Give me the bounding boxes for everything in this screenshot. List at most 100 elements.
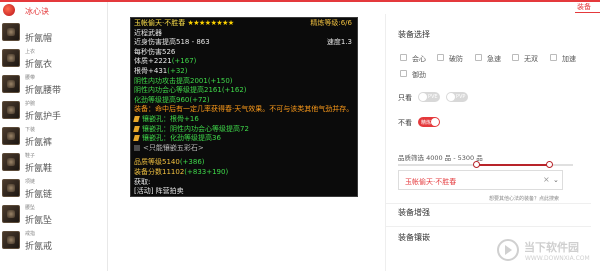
checkbox-speed[interactable] bbox=[550, 54, 557, 61]
attribute-crit: 阴性内功会心等级提高2161(+162) bbox=[134, 86, 247, 95]
gem-socket-icon bbox=[133, 125, 140, 132]
sidebar-item-label: 折氤鞋 bbox=[25, 164, 53, 174]
section-enhance[interactable]: 装备增强 bbox=[398, 207, 430, 218]
item-name: 玉帐偷天·不胜春 bbox=[134, 19, 186, 27]
sidebar-item-bracer[interactable]: 护腕 折氤护手 bbox=[0, 98, 107, 124]
checkbox-haste[interactable] bbox=[475, 54, 482, 61]
tab-active-indicator bbox=[575, 12, 600, 13]
equipment-select-value: 玉帐偷天·不胜春 bbox=[405, 178, 457, 186]
pants-icon bbox=[2, 127, 20, 145]
hat-icon bbox=[2, 23, 20, 41]
equipment-score: 装备分数11102 bbox=[134, 167, 185, 176]
special-effect: 装备：命中后有一定几率获得春·天气效果。不可与该类其他气劲并存。 bbox=[134, 105, 354, 114]
item-type: 近程武器 bbox=[134, 28, 162, 37]
toggle-pvp[interactable]: PVP bbox=[446, 92, 468, 102]
section-divider bbox=[386, 226, 591, 227]
section-divider bbox=[386, 203, 591, 204]
tab-equipment[interactable]: 装备 bbox=[577, 2, 591, 12]
toggle-knob bbox=[447, 93, 455, 101]
score-bonus: (+833+190) bbox=[184, 167, 229, 176]
chevron-down-icon[interactable]: ⌄ bbox=[553, 176, 559, 184]
sidebar-item-pendant[interactable]: 腰坠 折氤坠 bbox=[0, 202, 107, 228]
checkbox-label: 急速 bbox=[487, 55, 501, 63]
sidebar-item-label: 折氤链 bbox=[25, 190, 53, 200]
socket-label: <只能镶嵌五彩石> bbox=[143, 143, 204, 152]
damage-range: 近身伤害提高518 - 863 bbox=[134, 38, 210, 47]
sidebar-item-label: 折氤衣 bbox=[25, 60, 53, 70]
sidebar-item-necklace[interactable]: 项链 折氤链 bbox=[0, 176, 107, 202]
quality-row: 品质等级5140(+386) bbox=[134, 158, 354, 168]
star-rating: ★★★★★★★★ bbox=[187, 19, 234, 27]
other-school-search-link[interactable]: 想要其他心法的装备？点此搜索 bbox=[489, 195, 559, 202]
toggle-refine-label: 精炼 bbox=[421, 119, 432, 126]
checkbox-label: 无双 bbox=[524, 55, 538, 63]
socket-row-2: 镶嵌孔：阴性内功会心等级提高72 bbox=[133, 124, 354, 135]
checkbox-toughness[interactable] bbox=[400, 70, 407, 77]
empty-socket-icon bbox=[134, 144, 140, 151]
sidebar-item-hat[interactable]: 折氤帽 bbox=[0, 20, 107, 46]
toggle-pve[interactable]: PVE bbox=[418, 92, 440, 102]
sidebar-item-label: 折氤护手 bbox=[25, 112, 62, 122]
shoes-icon bbox=[2, 153, 20, 171]
stat-vitality: 体质+2221 bbox=[134, 57, 172, 66]
damage-row: 近身伤害提高518 - 863 速度1.3 bbox=[134, 38, 354, 48]
panel-title: 装备选择 bbox=[398, 30, 430, 39]
watermark-logo-icon bbox=[497, 239, 519, 261]
equipment-select[interactable]: 玉帐偷天·不胜春 × ⌄ bbox=[398, 170, 563, 190]
sidebar-item-jacket[interactable]: 上衣 折氤衣 bbox=[0, 46, 107, 72]
checkbox-label: 会心 bbox=[412, 55, 426, 63]
checkbox-label: 御劲 bbox=[412, 71, 426, 79]
watermark-name: 当下软件园 bbox=[524, 241, 579, 254]
sidebar-item-label: 折氤腰带 bbox=[25, 86, 62, 96]
equipment-filter-panel: 装备选择 会心 破防 急速 无双 加速 御劲 只看 PVE PVP 不看 精炼 … bbox=[385, 14, 591, 271]
school-icon bbox=[3, 4, 15, 16]
tooltip-title-row: 玉帐偷天·不胜春 ★★★★★★★★ 精炼等级:6/6 bbox=[134, 19, 354, 29]
sidebar-item-ring[interactable]: 戒指 折氤戒 bbox=[0, 228, 107, 254]
quality-slider-max-handle[interactable] bbox=[546, 161, 553, 168]
sidebar-item-belt[interactable]: 腰带 折氤腰带 bbox=[0, 72, 107, 98]
clear-icon[interactable]: × bbox=[543, 175, 550, 184]
sidebar-item-category: 腰坠 bbox=[25, 205, 36, 211]
equipment-sidebar: 冰心诀 折氤帽 上衣 折氤衣 腰带 折氤腰带 护腕 折氤护手 下装 折氤裤 鞋子… bbox=[0, 2, 108, 271]
sidebar-item-shoes[interactable]: 鞋子 折氤鞋 bbox=[0, 150, 107, 176]
sidebar-item-label: 折氤坠 bbox=[25, 216, 53, 226]
stat-spirit: 根骨+431 bbox=[134, 66, 168, 75]
acquire-source: [活动] 阵营拍卖 bbox=[134, 187, 184, 196]
acquire-label: 获取: bbox=[134, 177, 151, 186]
belt-icon bbox=[2, 75, 20, 93]
checkbox-strain[interactable] bbox=[512, 54, 519, 61]
socket-row-1: 镶嵌孔：根骨+16 bbox=[133, 115, 354, 125]
dps-value: 每秒伤害526 bbox=[134, 47, 176, 56]
section-inlay[interactable]: 装备镶嵌 bbox=[398, 232, 430, 243]
no-show-label: 不看 bbox=[398, 119, 412, 127]
gem-socket-icon bbox=[133, 115, 140, 122]
only-show-label: 只看 bbox=[398, 94, 412, 102]
quality-level: 品质等级5140 bbox=[134, 158, 180, 167]
checkbox-crit[interactable] bbox=[400, 54, 407, 61]
toggle-pvp-label: PVP bbox=[456, 93, 466, 100]
socket-label: 镶嵌孔：阴性内功会心等级提高72 bbox=[142, 124, 249, 133]
checkbox-overcome[interactable] bbox=[437, 54, 444, 61]
jacket-icon bbox=[2, 49, 20, 67]
toggle-refine[interactable]: 精炼 bbox=[418, 117, 440, 127]
sidebar-item-category: 护腕 bbox=[25, 101, 36, 107]
checkbox-label: 加速 bbox=[562, 55, 576, 63]
sidebar-heading-label: 冰心诀 bbox=[25, 7, 49, 16]
sidebar-heading[interactable]: 冰心诀 bbox=[0, 2, 107, 20]
checkbox-label: 破防 bbox=[449, 55, 463, 63]
watermark-url: WWW.DOWNXIA.COM bbox=[525, 255, 590, 262]
stat-row-vitality: 体质+2221(+167) bbox=[134, 57, 354, 67]
stat-vitality-bonus: (+167) bbox=[171, 57, 197, 66]
stat-spirit-bonus: (+32) bbox=[167, 66, 188, 75]
attack-speed: 速度1.3 bbox=[326, 38, 352, 47]
bracer-icon bbox=[2, 101, 20, 119]
quality-slider-min-handle[interactable] bbox=[473, 161, 480, 168]
sidebar-item-category: 上衣 bbox=[25, 49, 36, 55]
toggle-pve-label: PVE bbox=[428, 93, 438, 100]
socket-label: 镶嵌孔：化劲等级提高36 bbox=[142, 134, 221, 143]
sidebar-item-pants[interactable]: 下装 折氤裤 bbox=[0, 124, 107, 150]
sidebar-item-category: 下装 bbox=[25, 127, 36, 133]
ring-icon bbox=[2, 231, 20, 249]
socket-row-3: 镶嵌孔：化劲等级提高36 bbox=[133, 134, 354, 144]
socket-row-4: <只能镶嵌五彩石> bbox=[134, 144, 354, 154]
